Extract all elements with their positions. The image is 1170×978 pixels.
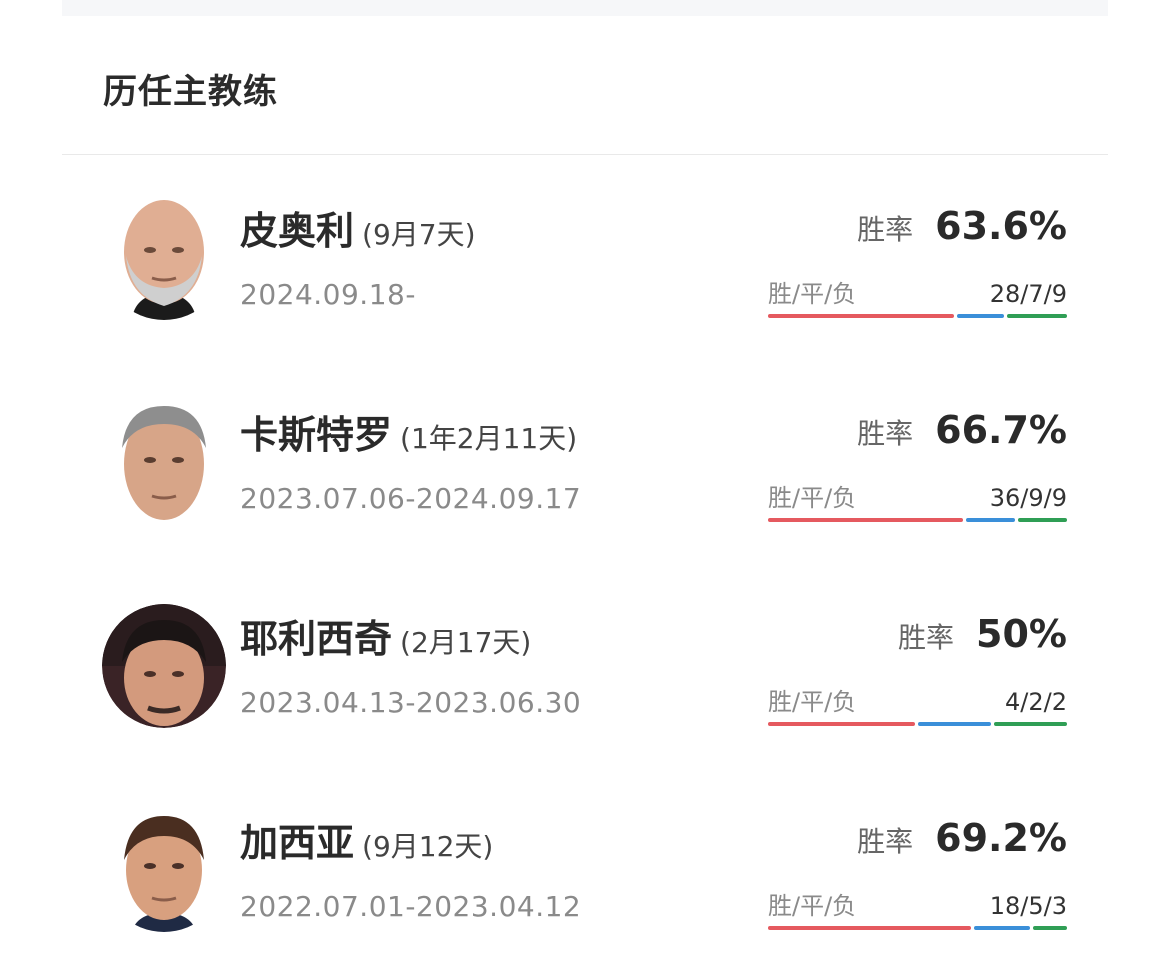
record-bar	[768, 722, 1067, 726]
record-value: 36/9/9	[989, 484, 1067, 512]
winrate-value: 50%	[976, 612, 1067, 656]
winrate: 胜率 69.2%	[857, 816, 1067, 860]
winrate-label: 胜率	[857, 825, 914, 858]
coach-avatar	[124, 200, 204, 320]
record-bar	[768, 518, 1067, 522]
winrate-label: 胜率	[857, 417, 914, 450]
winrate-value: 69.2%	[935, 816, 1067, 860]
record-value: 18/5/3	[989, 892, 1067, 920]
record: 胜/平/负 36/9/9	[768, 478, 1067, 513]
loss-segment	[1007, 314, 1067, 318]
record-bar	[768, 926, 1067, 930]
record-label: 胜/平/负	[768, 484, 857, 512]
winrate-label: 胜率	[857, 213, 914, 246]
winrate-value: 63.6%	[935, 204, 1067, 248]
record-value: 4/2/2	[1005, 688, 1067, 716]
coach-tenure: (9月7天)	[362, 218, 476, 251]
win-segment	[768, 722, 915, 726]
winrate-label: 胜率	[898, 621, 955, 654]
coach-period: 2024.09.18-	[240, 278, 416, 311]
coach-tenure: (2月17天)	[400, 626, 532, 659]
winrate-value: 66.7%	[935, 408, 1067, 452]
record: 胜/平/负 18/5/3	[768, 886, 1067, 921]
record-label: 胜/平/负	[768, 688, 857, 716]
win-segment	[768, 314, 955, 318]
section-title: 历任主教练	[103, 72, 278, 112]
coach-avatar	[124, 816, 204, 932]
top-card-edge	[62, 0, 1108, 16]
coach-row[interactable]: 耶利西奇 (2月17天) 2023.04.13-2023.06.30 胜率 50%…	[0, 604, 1170, 774]
coach-avatar	[122, 406, 206, 520]
winrate: 胜率 50%	[898, 612, 1067, 656]
coach-period: 2022.07.01-2023.04.12	[240, 890, 582, 923]
coach-name: 卡斯特罗 (1年2月11天)	[240, 413, 578, 457]
record-label: 胜/平/负	[768, 280, 857, 308]
coach-tenure: (9月12天)	[362, 830, 494, 863]
coach-period: 2023.07.06-2024.09.17	[240, 482, 582, 515]
coach-row[interactable]: 加西亚 (9月12天) 2022.07.01-2023.04.12 胜率 69.2…	[0, 808, 1170, 978]
winrate: 胜率 63.6%	[857, 204, 1067, 248]
record: 胜/平/负 28/7/9	[768, 274, 1067, 309]
record: 胜/平/负 4/2/2	[768, 682, 1067, 717]
winrate: 胜率 66.7%	[857, 408, 1067, 452]
coach-name: 加西亚 (9月12天)	[240, 821, 494, 865]
coach-name: 皮奥利 (9月7天)	[240, 209, 476, 253]
coach-tenure: (1年2月11天)	[400, 422, 578, 455]
record-label: 胜/平/负	[768, 892, 857, 920]
win-segment	[768, 518, 964, 522]
record-bar	[768, 314, 1067, 318]
record-value: 28/7/9	[989, 280, 1067, 308]
draw-segment	[973, 926, 1031, 930]
coach-avatar	[102, 604, 226, 728]
loss-segment	[993, 722, 1067, 726]
coach-name: 耶利西奇 (2月17天)	[240, 617, 532, 661]
coach-row[interactable]: 卡斯特罗 (1年2月11天) 2023.07.06-2024.09.17 胜率 6…	[0, 400, 1170, 570]
draw-segment	[917, 722, 991, 726]
coach-row[interactable]: 皮奥利 (9月7天) 2024.09.18- 胜率 63.6% 胜/平/负 28/…	[0, 196, 1170, 366]
loss-segment	[1033, 926, 1067, 930]
draw-segment	[966, 518, 1016, 522]
loss-segment	[1018, 518, 1067, 522]
draw-segment	[957, 314, 1005, 318]
win-segment	[768, 926, 971, 930]
coach-period: 2023.04.13-2023.06.30	[240, 686, 582, 719]
divider	[62, 154, 1108, 155]
